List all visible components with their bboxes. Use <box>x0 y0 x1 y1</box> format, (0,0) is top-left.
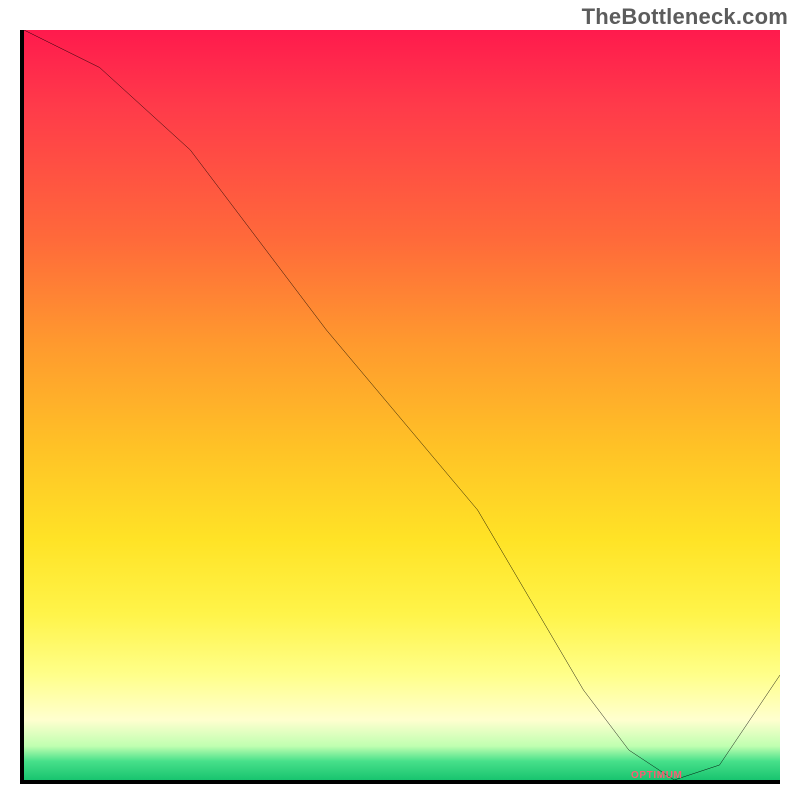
chart-container: TheBottleneck.com OPTIMUM <box>0 0 800 800</box>
line-series-svg <box>24 30 780 780</box>
plot-area: OPTIMUM <box>20 30 780 784</box>
optimum-label: OPTIMUM <box>631 770 682 781</box>
curve-path <box>24 30 780 780</box>
watermark-text: TheBottleneck.com <box>582 4 788 30</box>
